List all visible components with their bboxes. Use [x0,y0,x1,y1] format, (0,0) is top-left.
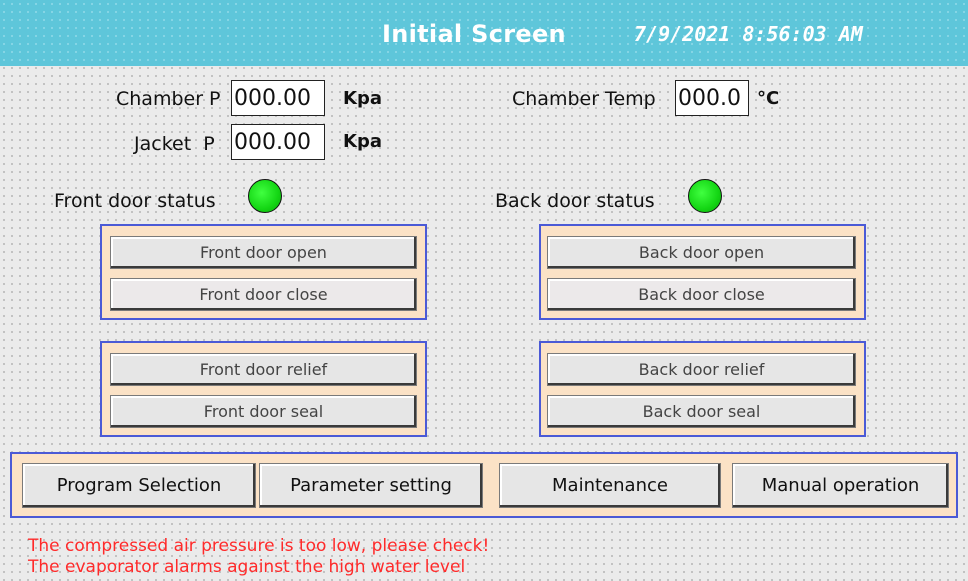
back-door-open-close-group: Back door open Back door close [539,224,866,320]
screen-title: Initial Screen [382,20,566,48]
front-door-status-label: Front door status [54,190,216,212]
back-door-status-lamp [688,179,722,213]
jacket-pressure-label: Jacket P [134,133,215,155]
program-selection-button[interactable]: Program Selection [22,463,256,508]
chamber-temp-field[interactable]: 000.0 [675,80,749,116]
jacket-pressure-field[interactable]: 000.00 [231,124,325,160]
front-door-open-close-group: Front door open Front door close [100,224,427,320]
date-time-display: 7/9/2021 8:56:03 AM [634,22,863,46]
back-door-open-button[interactable]: Back door open [547,236,856,269]
parameter-setting-button[interactable]: Parameter setting [259,463,483,508]
chamber-pressure-label: Chamber P [116,88,221,110]
front-door-seal-button[interactable]: Front door seal [110,395,417,428]
jacket-pressure-unit: Kpa [343,131,382,152]
front-door-status-lamp [248,179,282,213]
maintenance-button[interactable]: Maintenance [499,463,721,508]
chamber-pressure-field[interactable]: 000.00 [231,80,325,116]
front-door-open-button[interactable]: Front door open [110,236,417,269]
back-door-close-button[interactable]: Back door close [547,278,856,311]
back-door-relief-button[interactable]: Back door relief [547,353,856,386]
back-door-relief-seal-group: Back door relief Back door seal [539,341,866,437]
chamber-pressure-unit: Kpa [343,88,382,109]
front-door-close-button[interactable]: Front door close [110,278,417,311]
alarm-message: The evaporator alarms against the high w… [28,557,466,577]
title-bar: Initial Screen 7/9/2021 8:56:03 AM [0,0,968,66]
alarm-message: The compressed air pressure is too low, … [28,536,490,556]
navigation-bar: Program Selection Parameter setting Main… [10,452,958,518]
chamber-temp-unit: °C [757,88,780,109]
front-door-relief-button[interactable]: Front door relief [110,353,417,386]
front-door-relief-seal-group: Front door relief Front door seal [100,341,427,437]
manual-operation-button[interactable]: Manual operation [732,463,949,508]
chamber-temp-label: Chamber Temp [512,88,656,110]
back-door-status-label: Back door status [495,190,655,212]
back-door-seal-button[interactable]: Back door seal [547,395,856,428]
